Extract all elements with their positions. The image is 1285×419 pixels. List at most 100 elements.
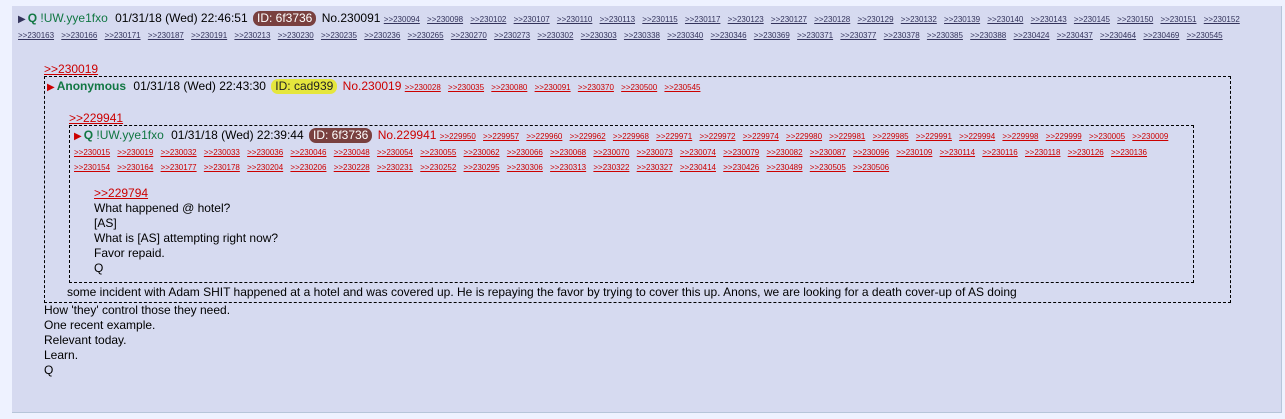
backlink[interactable]: >>230414 [680,163,716,172]
backlink[interactable]: >>230371 [797,31,833,40]
backlink[interactable]: >>230270 [451,31,487,40]
backlink[interactable]: >>230327 [637,163,673,172]
backlink[interactable]: >>230164 [117,163,153,172]
backlink[interactable]: >>230123 [728,15,764,24]
post-number[interactable]: No.230019 [343,79,402,93]
backlink[interactable]: >>230273 [494,31,530,40]
backlink[interactable]: >>230306 [507,163,543,172]
backlink[interactable]: >>230469 [1143,31,1179,40]
backlink[interactable]: >>230322 [593,163,629,172]
backlink[interactable]: >>229981 [829,132,865,141]
backlink[interactable]: >>230340 [667,31,703,40]
backlink[interactable]: >>230489 [767,163,803,172]
expand-triangle-icon[interactable]: ▶ [47,82,55,93]
backlink[interactable]: >>230110 [557,15,592,24]
backlink[interactable]: >>230545 [664,83,700,92]
expand-triangle-icon[interactable]: ▶ [18,14,26,25]
backlink[interactable]: >>230091 [535,83,571,92]
backlink[interactable]: >>230048 [334,148,370,157]
backlink[interactable]: >>230426 [723,163,759,172]
backlink[interactable]: >>229974 [743,132,779,141]
backlink[interactable]: >>230117 [685,15,720,24]
backlink[interactable]: >>230074 [680,148,716,157]
backlink[interactable]: >>230388 [970,31,1006,40]
backlink[interactable]: >>230163 [18,31,54,40]
backlink[interactable]: >>230545 [1187,31,1223,40]
backlink[interactable]: >>230500 [621,83,657,92]
backlink[interactable]: >>230437 [1057,31,1093,40]
backlink[interactable]: >>229957 [483,132,519,141]
quote-link-229794[interactable]: >>229794 [94,186,1189,201]
backlink[interactable]: >>230228 [334,163,370,172]
backlink[interactable]: >>229999 [1046,132,1082,141]
backlink[interactable]: >>230116 [982,148,1017,157]
backlink[interactable]: >>230107 [514,15,550,24]
backlink[interactable]: >>229950 [440,132,476,141]
backlink[interactable]: >>230046 [290,148,326,157]
backlink[interactable]: >>230424 [1013,31,1049,40]
poster-id-badge[interactable]: ID: cad939 [271,79,338,94]
backlink[interactable]: >>230015 [74,148,110,157]
backlink[interactable]: >>230265 [408,31,444,40]
backlink[interactable]: >>230505 [810,163,846,172]
backlink[interactable]: >>230338 [624,31,660,40]
backlink[interactable]: >>230230 [278,31,314,40]
backlink[interactable]: >>230166 [61,31,97,40]
backlink[interactable]: >>230096 [853,148,889,157]
backlink[interactable]: >>230126 [1068,148,1104,157]
backlink[interactable]: >>229985 [873,132,909,141]
backlink[interactable]: >>230152 [1204,15,1240,24]
backlink[interactable]: >>230114 [940,148,975,157]
backlink[interactable]: >>229960 [526,132,562,141]
backlink[interactable]: >>230302 [537,31,573,40]
backlink[interactable]: >>230062 [464,148,500,157]
backlink[interactable]: >>230087 [810,148,846,157]
backlink[interactable]: >>230370 [578,83,614,92]
backlink[interactable]: >>230082 [767,148,803,157]
backlink[interactable]: >>230150 [1117,15,1153,24]
backlink[interactable]: >>230035 [448,83,484,92]
backlink[interactable]: >>230506 [853,163,889,172]
backlink[interactable]: >>230346 [711,31,747,40]
backlink[interactable]: >>229972 [699,132,735,141]
backlink[interactable]: >>230115 [642,15,677,24]
backlink[interactable]: >>230009 [1132,132,1168,141]
poster-id-badge[interactable]: ID: 6f3736 [252,11,317,26]
backlink[interactable]: >>230252 [420,163,456,172]
backlink[interactable]: >>229962 [570,132,606,141]
backlink[interactable]: >>230032 [161,148,197,157]
backlink[interactable]: >>229991 [916,132,952,141]
backlink[interactable]: >>230139 [944,15,980,24]
poster-id-badge[interactable]: ID: 6f3736 [308,128,373,143]
quote-link-229941[interactable]: >>229941 [69,111,1226,125]
backlink[interactable]: >>229968 [613,132,649,141]
backlink[interactable]: >>230055 [420,148,456,157]
backlink[interactable]: >>230171 [105,31,141,40]
backlink[interactable]: >>230132 [901,15,937,24]
backlink[interactable]: >>230127 [771,15,807,24]
backlink[interactable]: >>230145 [1074,15,1110,24]
backlink[interactable]: >>230378 [884,31,920,40]
backlink[interactable]: >>230033 [204,148,240,157]
backlink[interactable]: >>230191 [191,31,227,40]
backlink[interactable]: >>230204 [247,163,283,172]
backlink[interactable]: >>229998 [1002,132,1038,141]
backlink[interactable]: >>230079 [723,148,759,157]
expand-triangle-icon[interactable]: ▶ [74,131,82,142]
backlink[interactable]: >>230068 [550,148,586,157]
quote-link-230019[interactable]: >>230019 [44,62,1275,76]
backlink[interactable]: >>230369 [754,31,790,40]
backlink[interactable]: >>230313 [550,163,586,172]
backlink[interactable]: >>230054 [377,148,413,157]
backlink[interactable]: >>230187 [148,31,184,40]
backlink[interactable]: >>230070 [593,148,629,157]
backlink[interactable]: >>230303 [581,31,617,40]
backlink[interactable]: >>230036 [247,148,283,157]
backlink[interactable]: >>230109 [896,148,932,157]
backlink[interactable]: >>230235 [321,31,357,40]
backlink[interactable]: >>230005 [1089,132,1125,141]
backlink[interactable]: >>230151 [1160,15,1196,24]
backlink[interactable]: >>230143 [1031,15,1067,24]
backlink[interactable]: >>230154 [74,163,110,172]
backlink[interactable]: >>230136 [1111,148,1147,157]
